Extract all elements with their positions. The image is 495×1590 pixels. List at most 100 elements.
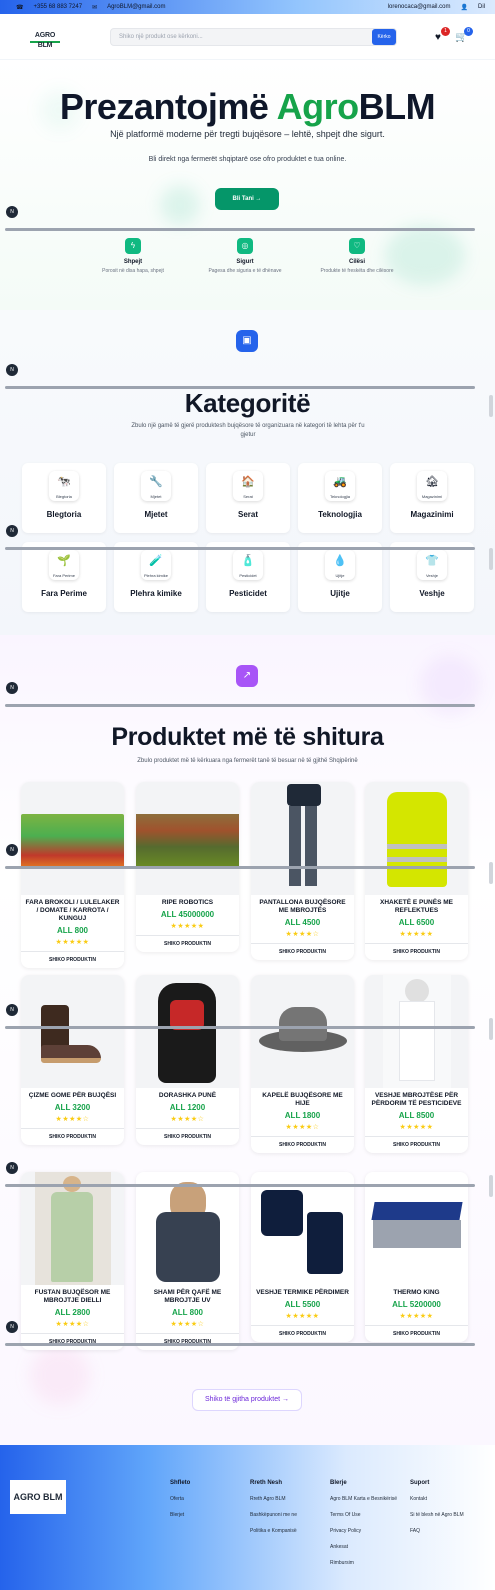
footer-link[interactable]: Rreth Agro BLM <box>250 1496 330 1503</box>
buy-now-button[interactable]: Bli Tani → <box>215 188 279 210</box>
footer-link[interactable]: Bashkëpunoni me ne <box>250 1512 330 1519</box>
product-image[interactable] <box>365 1172 468 1285</box>
footer-heading: Blerje <box>330 1480 347 1486</box>
nav-dot-icon[interactable]: N <box>6 364 18 376</box>
product-image[interactable] <box>365 975 468 1088</box>
product-card[interactable]: VESHJE TERMIKE PËRDIMER ALL 5500 ★★★★★ SHIK… <box>251 1172 354 1342</box>
category-card[interactable]: 🔧 Mjetet Mjetet <box>114 463 198 533</box>
category-card[interactable]: 🧴 Pesticidet Pesticidet <box>206 542 290 612</box>
view-product-button[interactable]: SHIKO PRODUKTIN <box>251 1325 354 1342</box>
logout-link[interactable]: Dil <box>478 4 485 10</box>
nav-dot-icon[interactable]: N <box>6 1004 18 1016</box>
view-product-button[interactable]: SHIKO PRODUKTIN <box>251 1136 354 1153</box>
nav-dot-icon[interactable]: N <box>6 206 18 218</box>
nav-dot-icon[interactable]: N <box>6 1162 18 1174</box>
nav-dot-icon[interactable]: N <box>6 844 18 856</box>
footer-link[interactable]: Kontakt <box>410 1496 490 1503</box>
footer-link[interactable]: Blerjet <box>170 1512 250 1519</box>
cart-icon[interactable]: 🛒 0 <box>455 27 473 44</box>
footer-logo[interactable]: AGRO BLM <box>10 1480 66 1514</box>
view-product-button[interactable]: SHIKO PRODUKTIN <box>365 1136 468 1153</box>
rating-stars: ★★★★★ <box>399 1313 434 1320</box>
user-icon[interactable]: 👤 <box>461 4 468 11</box>
site-footer: AGRO BLM Shfleto Oferta Blerjet Rreth Nesh R… <box>0 1445 495 1590</box>
divider-bar <box>5 386 475 389</box>
rating-stars: ★★★★★ <box>285 1313 320 1320</box>
footer-column: Shfleto Oferta Blerjet <box>170 1480 250 1528</box>
category-card[interactable]: 🏠 Serat Serat <box>206 463 290 533</box>
view-product-button[interactable]: SHIKO PRODUKTIN <box>365 943 468 960</box>
hero-subtitle: Një platformë moderne për tregti bujqëso… <box>110 129 385 139</box>
view-product-button[interactable]: SHIKO PRODUKTIN <box>251 943 354 960</box>
product-image[interactable] <box>21 1172 124 1285</box>
view-product-button[interactable]: SHIKO PRODUKTIN <box>136 1128 239 1145</box>
category-card[interactable]: 👕 Veshje Veshje <box>390 542 474 612</box>
product-card[interactable]: FUSTAN BUJQËSOR ME MBROJTJE DIELLI ALL 28… <box>21 1172 124 1350</box>
view-product-button[interactable]: SHIKO PRODUKTIN <box>21 1128 124 1145</box>
search-button[interactable]: Kërko <box>372 29 396 45</box>
product-card[interactable]: SHAMI PËR QAFË ME MBROJTJE UV ALL 800 ★★★★… <box>136 1172 239 1350</box>
product-card[interactable]: ÇIZME GOME PËR BUJQËSI ALL 3200 ★★★★☆ SHIKO… <box>21 975 124 1145</box>
product-image[interactable] <box>136 1172 239 1285</box>
wishlist-icon[interactable]: ♥ 1 <box>432 27 450 44</box>
user-email[interactable]: lorenocaca@gmail.com <box>388 4 451 10</box>
category-card[interactable]: 🏚 Magazinimi Magazinimi <box>390 463 474 533</box>
category-card[interactable]: 🧪 Plehra kimike Plehra kimike <box>114 542 198 612</box>
category-card[interactable]: 💧 Ujitje Ujitje <box>298 542 382 612</box>
feature-secure: ◎ Sigurt Pagesa dhe siguria e të dhënave <box>190 238 300 274</box>
category-image: 🌱 Fara Perime <box>49 550 79 580</box>
category-card[interactable]: 🐄 Blegtoria Blegtoria <box>22 463 106 533</box>
product-image[interactable] <box>365 782 468 895</box>
product-image[interactable] <box>136 782 239 895</box>
footer-link[interactable]: Privacy Policy <box>330 1528 410 1535</box>
view-product-button[interactable]: SHIKO PRODUKTIN <box>136 1333 239 1350</box>
category-image: 🧪 Plehra kimike <box>141 550 171 580</box>
scroll-handle[interactable] <box>489 862 493 884</box>
footer-link[interactable]: Rimbursim <box>330 1560 410 1567</box>
category-card[interactable]: 🚜 Teknologjia Teknologjia <box>298 463 382 533</box>
product-card[interactable]: KAPELË BUJQËSORE ME HIJE ALL 1800 ★★★★☆ SHI… <box>251 975 354 1153</box>
footer-link[interactable]: Agro BLM Karta e Besnikërisë <box>330 1496 410 1503</box>
footer-link[interactable]: Politika e Kompanisë <box>250 1528 330 1535</box>
product-card[interactable]: XHAKETË E PUNËS ME REFLEKTUES ALL 6500 ★★★… <box>365 782 468 960</box>
scroll-handle[interactable] <box>489 1175 493 1197</box>
view-product-button[interactable]: SHIKO PRODUKTIN <box>365 1325 468 1342</box>
product-price: ALL 800 <box>57 926 88 935</box>
category-name: Pesticidet <box>229 589 267 598</box>
footer-link[interactable]: Si të blesh në Agro BLM <box>410 1512 490 1519</box>
nav-dot-icon[interactable]: N <box>6 525 18 537</box>
product-image[interactable] <box>251 975 354 1088</box>
view-all-products-button[interactable]: Shiko të gjitha produktet → <box>192 1389 302 1411</box>
product-card[interactable]: FARA BROKOLI / LULELAKER / DOMATE / KARR… <box>21 782 124 968</box>
scroll-handle[interactable] <box>489 548 493 570</box>
product-card[interactable]: DORASHKA PUNË ALL 1200 ★★★★☆ SHIKO PRODUKTI… <box>136 975 239 1145</box>
search-input[interactable]: Shiko një produkt ose kërkoni... <box>110 28 397 46</box>
product-image[interactable] <box>21 782 124 895</box>
nav-dot-icon[interactable]: N <box>6 1321 18 1333</box>
footer-link[interactable]: FAQ <box>410 1528 490 1535</box>
product-image[interactable] <box>136 975 239 1088</box>
category-mini-label: Pesticidet <box>239 573 257 578</box>
nav-dot-icon[interactable]: N <box>6 682 18 694</box>
phone-number[interactable]: +355 68 883 7247 <box>33 4 82 10</box>
product-card[interactable]: THERMO KING ALL 5200000 ★★★★★ SHIKO PRODUKT… <box>365 1172 468 1342</box>
category-card[interactable]: 🌱 Fara Perime Fara Perime <box>22 542 106 612</box>
product-card[interactable]: PANTALLONA BUJQËSORE ME MBROJTËS ALL 4500… <box>251 782 354 960</box>
product-image[interactable] <box>251 782 354 895</box>
category-name: Ujitje <box>330 589 350 598</box>
product-image[interactable] <box>251 1172 354 1285</box>
product-name: THERMO KING <box>393 1289 440 1296</box>
view-product-button[interactable]: SHIKO PRODUKTIN <box>21 1333 124 1350</box>
view-product-button[interactable]: SHIKO PRODUKTIN <box>136 935 239 952</box>
scroll-handle[interactable] <box>489 395 493 417</box>
product-card[interactable]: VESHJE MBROJTËSE PËR PËRDORIM TË PESTICI… <box>365 975 468 1153</box>
view-product-button[interactable]: SHIKO PRODUKTIN <box>21 951 124 968</box>
footer-link[interactable]: Terms Of Use <box>330 1512 410 1519</box>
category-image: 🏠 Serat <box>233 471 263 501</box>
footer-link[interactable]: Oferta <box>170 1496 250 1503</box>
contact-email[interactable]: AgroBLM@gmail.com <box>107 4 165 10</box>
scroll-handle[interactable] <box>489 1018 493 1040</box>
footer-link[interactable]: Ankesat <box>330 1544 410 1551</box>
site-logo[interactable]: AGRO BLM <box>30 31 60 49</box>
product-image[interactable] <box>21 975 124 1088</box>
